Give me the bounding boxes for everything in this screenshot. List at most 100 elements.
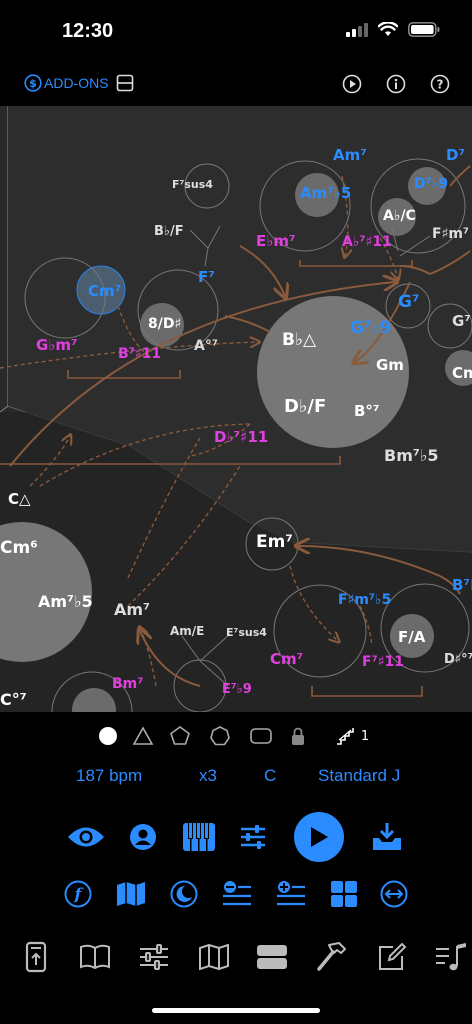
- chord-label[interactable]: Am⁷♭5: [38, 592, 93, 611]
- play-preview-button[interactable]: [342, 74, 362, 98]
- chord-label[interactable]: B°⁷: [354, 402, 380, 420]
- chord-label[interactable]: A♭⁷♯11: [342, 234, 392, 250]
- chord-label[interactable]: C△: [8, 490, 31, 508]
- step-count-button[interactable]: 1: [332, 724, 372, 748]
- heptagon-shape-button[interactable]: [208, 724, 232, 748]
- chord-label[interactable]: E⁷sus4: [226, 626, 267, 639]
- circle-shape-button[interactable]: [96, 724, 120, 748]
- chord-label[interactable]: Bm⁷: [112, 676, 143, 692]
- layout-toggle-button[interactable]: [116, 74, 134, 96]
- add-ons-button[interactable]: $ ADD-ONS: [24, 74, 109, 92]
- tab-library[interactable]: [78, 942, 112, 972]
- chord-label[interactable]: G⁷: [452, 312, 471, 330]
- dark-mode-button[interactable]: [170, 880, 198, 908]
- profile-button[interactable]: [128, 822, 158, 852]
- chord-label[interactable]: F⁷: [198, 268, 215, 286]
- chord-label[interactable]: Gm: [376, 356, 404, 374]
- chord-map-graphics: [0, 106, 472, 712]
- system-indicators: [346, 22, 440, 37]
- lock-button[interactable]: [288, 724, 308, 748]
- chord-label[interactable]: B⁷♭: [452, 576, 472, 594]
- info-button[interactable]: [386, 74, 406, 98]
- chord-label[interactable]: D⁷: [446, 146, 465, 164]
- key-button[interactable]: C: [264, 766, 276, 786]
- book-icon: [80, 944, 110, 970]
- tab-mixer[interactable]: [138, 942, 170, 972]
- chord-label[interactable]: Am⁷♭5: [300, 184, 351, 202]
- mixer-button[interactable]: [238, 822, 268, 852]
- chord-label[interactable]: G⁷♭9: [350, 318, 391, 338]
- tab-device[interactable]: [22, 940, 50, 974]
- main-action-row: [0, 808, 472, 866]
- chord-label[interactable]: Cm⁷: [270, 650, 303, 668]
- chord-label[interactable]: Cm: [452, 364, 472, 382]
- add-line-button[interactable]: [276, 880, 306, 908]
- help-button[interactable]: ?: [430, 74, 450, 98]
- stacked-blocks-icon: [257, 945, 287, 969]
- style-button[interactable]: Standard J: [318, 766, 400, 786]
- play-button[interactable]: [294, 812, 344, 862]
- chord-label[interactable]: F♯m⁷: [432, 226, 469, 242]
- tab-map[interactable]: [198, 942, 230, 972]
- chord-label[interactable]: F⁷sus4: [172, 178, 213, 191]
- sliders-icon: [241, 825, 265, 849]
- chord-label[interactable]: A♭/C: [383, 208, 416, 224]
- dollar-circle-icon: $: [24, 74, 42, 92]
- chord-label[interactable]: Em⁷: [256, 532, 293, 552]
- svg-text:?: ?: [437, 78, 444, 92]
- tab-tools[interactable]: [314, 940, 350, 974]
- piano-button[interactable]: [182, 822, 216, 852]
- chord-label[interactable]: Cm⁶: [0, 538, 38, 558]
- chord-label[interactable]: B♭/F: [154, 224, 184, 239]
- svg-text:$: $: [29, 77, 37, 90]
- chord-label[interactable]: Am⁷: [333, 146, 367, 164]
- circle-filled-icon: [99, 727, 117, 745]
- tab-edit[interactable]: [376, 942, 408, 972]
- chord-label[interactable]: Am⁷: [114, 600, 150, 619]
- import-button[interactable]: [370, 822, 404, 852]
- chord-label[interactable]: E♭m⁷: [256, 232, 296, 250]
- chord-label[interactable]: G⁷: [398, 292, 419, 312]
- chord-label[interactable]: C°⁷: [0, 690, 27, 709]
- signal-icon: [346, 22, 368, 37]
- status-bar: 12:30: [0, 0, 472, 62]
- function-button[interactable]: f: [64, 880, 92, 908]
- repeat-button[interactable]: x3: [199, 766, 217, 786]
- chord-label[interactable]: B⁷♯11: [118, 346, 161, 362]
- map-button[interactable]: [116, 880, 146, 908]
- chord-label[interactable]: Cm⁷: [88, 282, 121, 300]
- chord-label[interactable]: B♭△: [282, 330, 316, 350]
- chord-label[interactable]: D⁷♭9: [414, 176, 448, 192]
- chord-label[interactable]: D♭/F: [284, 396, 326, 417]
- chord-label[interactable]: F⁷♯11: [362, 654, 404, 670]
- tab-sections[interactable]: [256, 942, 288, 972]
- chord-label[interactable]: A°⁷: [194, 338, 218, 354]
- chord-label[interactable]: D♭⁷♯11: [214, 428, 268, 446]
- moon-circle-icon: [170, 880, 198, 908]
- tempo-button[interactable]: 187 bpm: [76, 766, 142, 786]
- top-toolbar: $ ADD-ONS ?: [0, 62, 472, 106]
- chord-label[interactable]: F♯m⁷♭5: [338, 592, 391, 608]
- bottom-tab-bar: [0, 934, 472, 982]
- chord-label[interactable]: G♭m⁷: [36, 336, 78, 354]
- chord-label[interactable]: D♯°⁷: [444, 652, 472, 667]
- remove-line-button[interactable]: [222, 880, 252, 908]
- chord-label[interactable]: 8/D♯: [148, 316, 181, 332]
- fit-width-button[interactable]: [380, 880, 408, 908]
- secondary-action-row: f: [0, 872, 472, 918]
- chord-label[interactable]: Bm⁷♭5: [384, 446, 439, 465]
- rounded-rect-shape-button[interactable]: [248, 724, 274, 748]
- pentagon-shape-button[interactable]: [168, 724, 192, 748]
- tab-notes[interactable]: [434, 940, 468, 974]
- chord-label[interactable]: E⁷♭9: [222, 682, 252, 697]
- view-button[interactable]: [66, 822, 106, 852]
- chord-label[interactable]: Am/E: [170, 624, 204, 638]
- triangle-shape-button[interactable]: [131, 724, 155, 748]
- lock-icon: [292, 727, 304, 745]
- chord-label[interactable]: F/A: [398, 628, 425, 646]
- info-icon: [386, 74, 406, 94]
- chord-map-canvas[interactable]: Am⁷ D⁷ F⁷sus4 Am⁷♭5 D⁷♭9 B♭/F A♭/C F♯m⁷ …: [0, 106, 472, 712]
- home-indicator[interactable]: [152, 1008, 320, 1013]
- edit-square-icon: [379, 943, 407, 970]
- grid-button[interactable]: [330, 880, 358, 908]
